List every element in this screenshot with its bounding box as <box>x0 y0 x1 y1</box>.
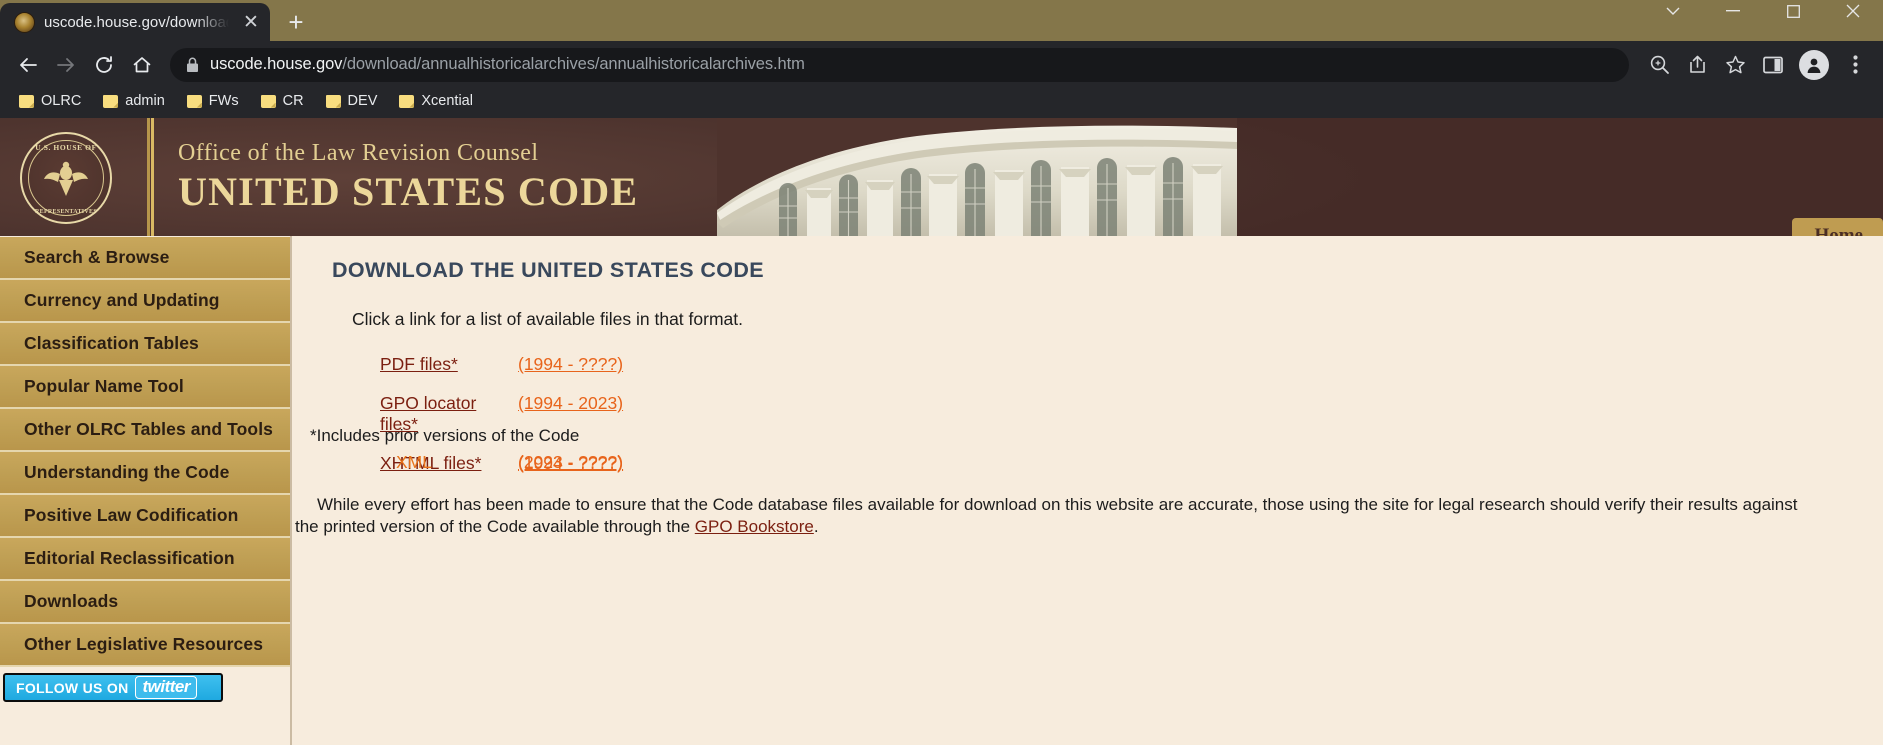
seal-top-text: U.S. HOUSE OF <box>35 143 97 152</box>
address-bar[interactable]: uscode.house.gov/download/annualhistoric… <box>170 47 1629 82</box>
main-content: DOWNLOAD THE UNITED STATES CODE Click a … <box>290 236 1883 745</box>
capitol-dome-image <box>717 118 1237 236</box>
bookmark-folder-olrc[interactable]: OLRC <box>10 90 90 112</box>
sidebar-item-understanding-code[interactable]: Understanding the Code <box>0 452 290 495</box>
bookmark-folder-cr[interactable]: CR <box>252 90 313 112</box>
sidebar-item-currency-updating[interactable]: Currency and Updating <box>0 280 290 323</box>
new-tab-button[interactable]: + <box>276 3 316 41</box>
pdf-files-range-link[interactable]: (1994 - ????) <box>518 354 623 375</box>
close-icon[interactable]: ✕ <box>238 9 264 35</box>
folder-icon <box>399 94 415 108</box>
disclaimer-part2: . <box>813 517 819 537</box>
pdf-files-link[interactable]: PDF files* <box>380 354 518 375</box>
page-title: DOWNLOAD THE UNITED STATES CODE <box>332 258 765 282</box>
us-house-seal: U.S. HOUSE OF REPRESENTATIVES <box>20 132 112 224</box>
intro-text: Click a link for a list of available fil… <box>352 309 743 329</box>
folder-icon <box>186 94 202 108</box>
folder-icon <box>19 94 34 108</box>
sidebar-item-search-browse[interactable]: Search & Browse <box>0 237 290 280</box>
page-viewport: U.S. HOUSE OF REPRESENTATIVES Office of … <box>0 118 1883 745</box>
folder-icon <box>103 94 119 108</box>
us-house-seal-favicon <box>14 11 35 33</box>
banner-text-block: Office of the Law Revision Counsel Unite… <box>178 140 638 215</box>
bookmark-label: Xcential <box>421 93 473 109</box>
tab-title: uscode.house.gov/download/ann <box>44 13 229 31</box>
sidebar-item-other-olrc-tables[interactable]: Other OLRC Tables and Tools <box>0 409 290 452</box>
download-row-pdf: PDF files* (1994 - ????) <box>380 354 1883 375</box>
download-links-table: PDF files* (1994 - ????) GPO locator fil… <box>380 354 1883 474</box>
url-text: uscode.house.gov/download/annualhistoric… <box>210 55 805 74</box>
follow-us-twitter-badge[interactable]: FOLLOW US ON twitter <box>3 673 223 702</box>
sidebar-nav: Search & Browse Currency and Updating Cl… <box>0 236 290 745</box>
side-panel-icon[interactable] <box>1755 47 1791 83</box>
sidebar-item-positive-law[interactable]: Positive Law Codification <box>0 495 290 538</box>
window-controls <box>1643 0 1883 22</box>
window-close-icon[interactable] <box>1823 0 1883 22</box>
folder-icon <box>260 94 276 108</box>
sidebar-item-classification-tables[interactable]: Classification Tables <box>0 323 290 366</box>
sidebar-item-downloads[interactable]: Downloads <box>0 581 290 624</box>
toolbar-icons <box>1641 47 1873 83</box>
seal-bottom-text: REPRESENTATIVES <box>35 209 97 215</box>
footnote-text: *Includes prior versions of the Code <box>310 426 580 445</box>
disclaimer-part1: While every effort has been made to ensu… <box>295 495 1798 537</box>
lock-icon <box>186 57 199 73</box>
browser-window: uscode.house.gov/download/ann ✕ + <box>0 0 1883 745</box>
url-host: uscode.house.gov <box>210 55 343 73</box>
disclaimer-text: While every effort has been made to ensu… <box>295 494 1825 539</box>
bookmark-label: OLRC <box>41 93 82 109</box>
bookmark-label: DEV <box>347 93 378 109</box>
bookmark-folder-xcential[interactable]: Xcential <box>390 90 482 112</box>
chevron-down-icon[interactable] <box>1643 0 1703 22</box>
zoom-icon[interactable] <box>1641 47 1677 83</box>
bookmark-folder-dev[interactable]: DEV <box>317 90 387 112</box>
twitter-follow-text: FOLLOW US ON <box>16 679 129 696</box>
bookmark-label: admin <box>125 93 165 109</box>
eagle-icon <box>44 161 88 196</box>
gpo-locator-range-link[interactable]: (1994 - 2023) <box>518 393 623 414</box>
xml-link[interactable]: XML <box>396 452 518 473</box>
menu-icon[interactable] <box>1837 47 1873 83</box>
download-row-gpo-locator: GPO locator files* (1994 - 2023) <box>380 393 1883 435</box>
home-tab-button[interactable]: Home <box>1792 218 1883 236</box>
download-row-xml: XML (2023 - ????) <box>396 452 623 473</box>
bookmarks-bar: OLRC admin FWs CR DEV Xcential <box>0 88 1883 118</box>
gpo-bookstore-link[interactable]: GPO Bookstore <box>695 517 814 536</box>
bookmark-label: FWs <box>208 93 239 109</box>
home-icon[interactable] <box>124 47 160 83</box>
share-icon[interactable] <box>1679 47 1715 83</box>
reload-icon[interactable] <box>86 47 122 83</box>
banner-subtitle: Office of the Law Revision Counsel <box>178 140 539 166</box>
browser-toolbar: uscode.house.gov/download/annualhistoric… <box>0 41 1883 88</box>
back-icon[interactable] <box>10 47 46 83</box>
banner-title: United States Code <box>178 169 639 215</box>
maximize-icon[interactable] <box>1763 0 1823 22</box>
bookmark-folder-admin[interactable]: admin <box>94 90 174 112</box>
page-body: Search & Browse Currency and Updating Cl… <box>0 236 1883 745</box>
folder-icon <box>325 94 341 108</box>
profile-icon[interactable] <box>1799 49 1829 80</box>
sidebar-item-other-legislative[interactable]: Other Legislative Resources <box>0 624 290 667</box>
bookmark-label: CR <box>282 93 304 109</box>
site-banner: U.S. HOUSE OF REPRESENTATIVES Office of … <box>0 118 1883 236</box>
sidebar-item-popular-name-tool[interactable]: Popular Name Tool <box>0 366 290 409</box>
tab-strip: uscode.house.gov/download/ann ✕ + <box>0 0 1883 41</box>
url-path: /download/annualhistoricalarchives/annua… <box>342 55 805 73</box>
xml-range-link[interactable]: (2023 - ????) <box>518 452 623 473</box>
twitter-logo: twitter <box>135 676 197 699</box>
banner-divider <box>147 118 154 236</box>
bookmark-folder-fws[interactable]: FWs <box>178 90 248 112</box>
sidebar-item-editorial-reclassification[interactable]: Editorial Reclassification <box>0 538 290 581</box>
forward-icon[interactable] <box>48 47 84 83</box>
minimize-icon[interactable] <box>1703 0 1763 22</box>
bookmark-star-icon[interactable] <box>1717 47 1753 83</box>
browser-tab[interactable]: uscode.house.gov/download/ann ✕ <box>0 3 270 41</box>
